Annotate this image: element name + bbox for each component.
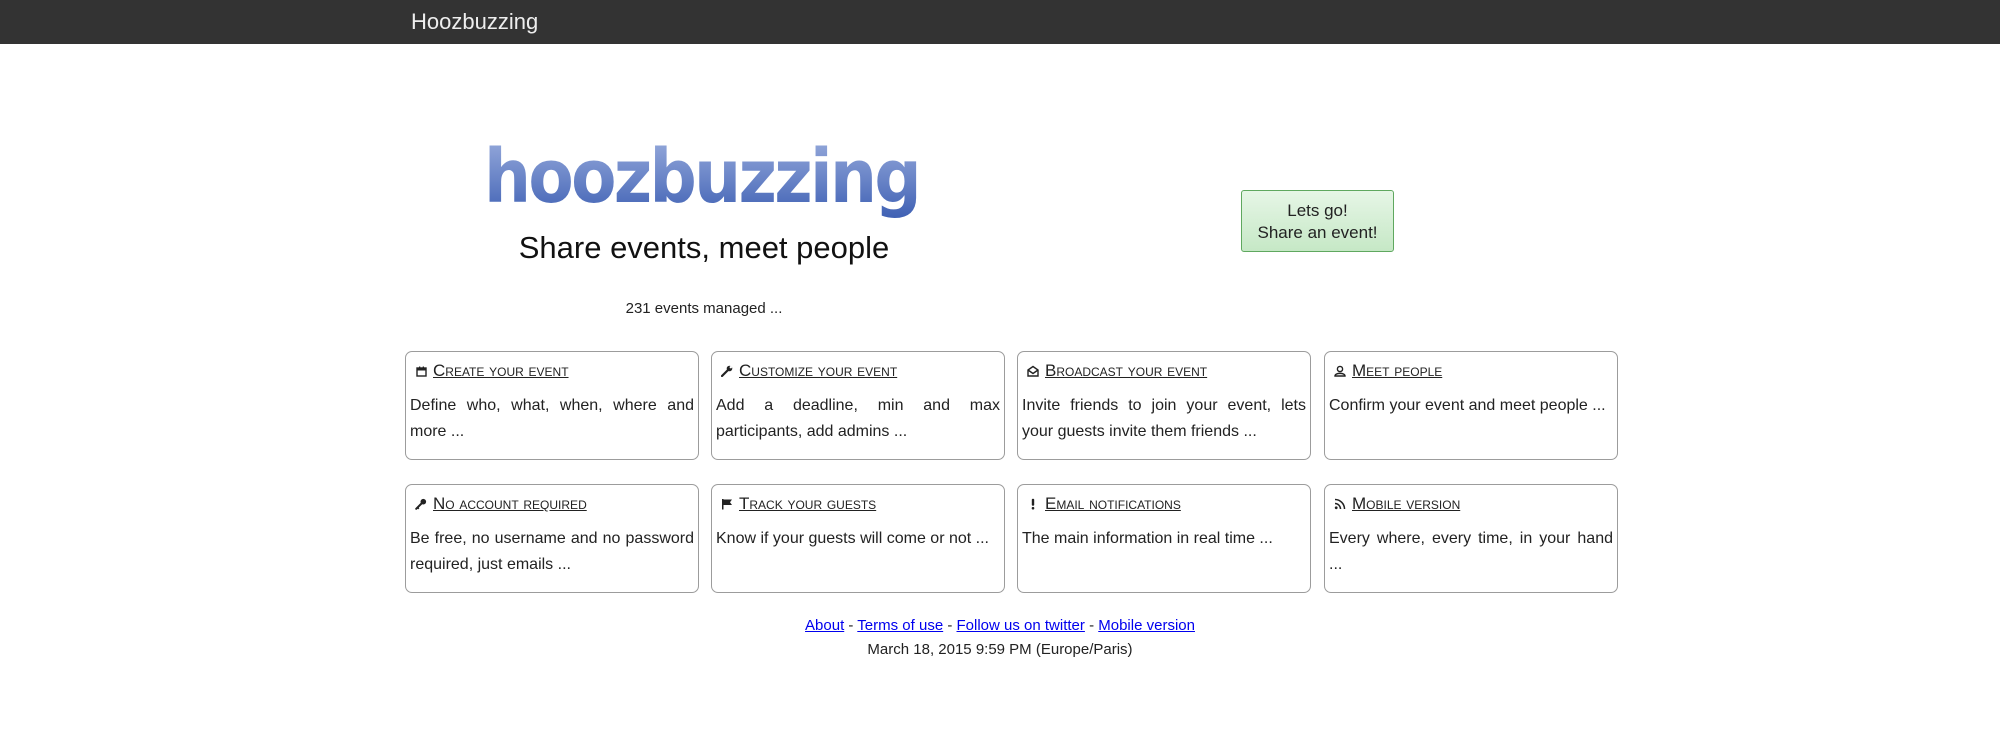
feature-desc: Every where, every time, in your hand ..…: [1329, 530, 1613, 573]
share-event-button[interactable]: Lets go! Share an event!: [1241, 190, 1394, 252]
top-navbar: Hoozbuzzing: [0, 0, 2000, 44]
feature-desc: Invite friends to join your event, lets …: [1022, 397, 1306, 440]
feature-card-track-guests: Track your guests Know if your guests wi…: [711, 484, 1005, 593]
feature-title-no-account[interactable]: No account required: [433, 494, 587, 514]
cta-line-2: Share an event!: [1257, 223, 1378, 242]
flag-icon: [720, 497, 734, 511]
feature-title-create-event[interactable]: Create your event: [433, 361, 569, 381]
feature-title-meet-people[interactable]: Meet people: [1352, 361, 1442, 381]
feature-desc: The main information in real time ...: [1022, 530, 1273, 547]
footer-datetime: March 18, 2015 9:59 PM (Europe/Paris): [867, 641, 1133, 658]
calendar-icon: [414, 364, 428, 378]
mobile-version-link[interactable]: Mobile version: [1098, 617, 1195, 634]
feature-title-email-notifications[interactable]: Email notifications: [1045, 494, 1181, 514]
feature-card-create-event: Create your event Define who, what, when…: [405, 351, 699, 460]
rss-icon: [1333, 497, 1347, 511]
feature-title-broadcast-event[interactable]: Broadcast your event: [1045, 361, 1207, 381]
key-icon: [414, 497, 428, 511]
wrench-icon: [720, 364, 734, 378]
feature-title-customize-event[interactable]: Customize your event: [739, 361, 897, 381]
brand-link[interactable]: Hoozbuzzing: [411, 8, 538, 36]
feature-desc: Know if your guests will come or not ...: [716, 530, 989, 547]
about-link[interactable]: About: [805, 617, 844, 634]
feature-title-track-guests[interactable]: Track your guests: [739, 494, 876, 514]
footer-separator: -: [844, 617, 858, 634]
feature-card-mobile-version: Mobile version Every where, every time, …: [1324, 484, 1618, 593]
feature-card-customize-event: Customize your event Add a deadline, min…: [711, 351, 1005, 460]
svg-text:hoozbuzzing: hoozbuzzing: [484, 134, 919, 220]
user-icon: [1333, 364, 1347, 378]
footer-separator: -: [1084, 617, 1099, 634]
feature-card-email-notifications: Email notifications The main information…: [1017, 484, 1311, 593]
feature-desc: Be free, no username and no password req…: [410, 530, 694, 573]
feature-desc: Confirm your event and meet people ...: [1329, 397, 1606, 414]
footer-separator: -: [943, 617, 957, 634]
envelope-icon: [1026, 364, 1040, 378]
hoozbuzzing-logo: hoozbuzzing: [484, 134, 922, 220]
footer-links: About - Terms of use - Follow us on twit…: [700, 617, 1300, 634]
feature-card-no-account: No account required Be free, no username…: [405, 484, 699, 593]
feature-card-broadcast-event: Broadcast your event Invite friends to j…: [1017, 351, 1311, 460]
cta-line-1: Lets go!: [1287, 201, 1348, 220]
twitter-link[interactable]: Follow us on twitter: [957, 617, 1085, 634]
feature-title-mobile-version[interactable]: Mobile version: [1352, 494, 1460, 514]
exclamation-icon: [1026, 497, 1040, 511]
tagline: Share events, meet people: [518, 230, 890, 265]
events-counter: 231 events managed ...: [625, 300, 783, 317]
feature-desc: Add a deadline, min and max participants…: [716, 397, 1000, 440]
terms-of-use-link[interactable]: Terms of use: [857, 617, 943, 634]
feature-desc: Define who, what, when, where and more .…: [410, 397, 694, 440]
feature-card-meet-people: Meet people Confirm your event and meet …: [1324, 351, 1618, 460]
